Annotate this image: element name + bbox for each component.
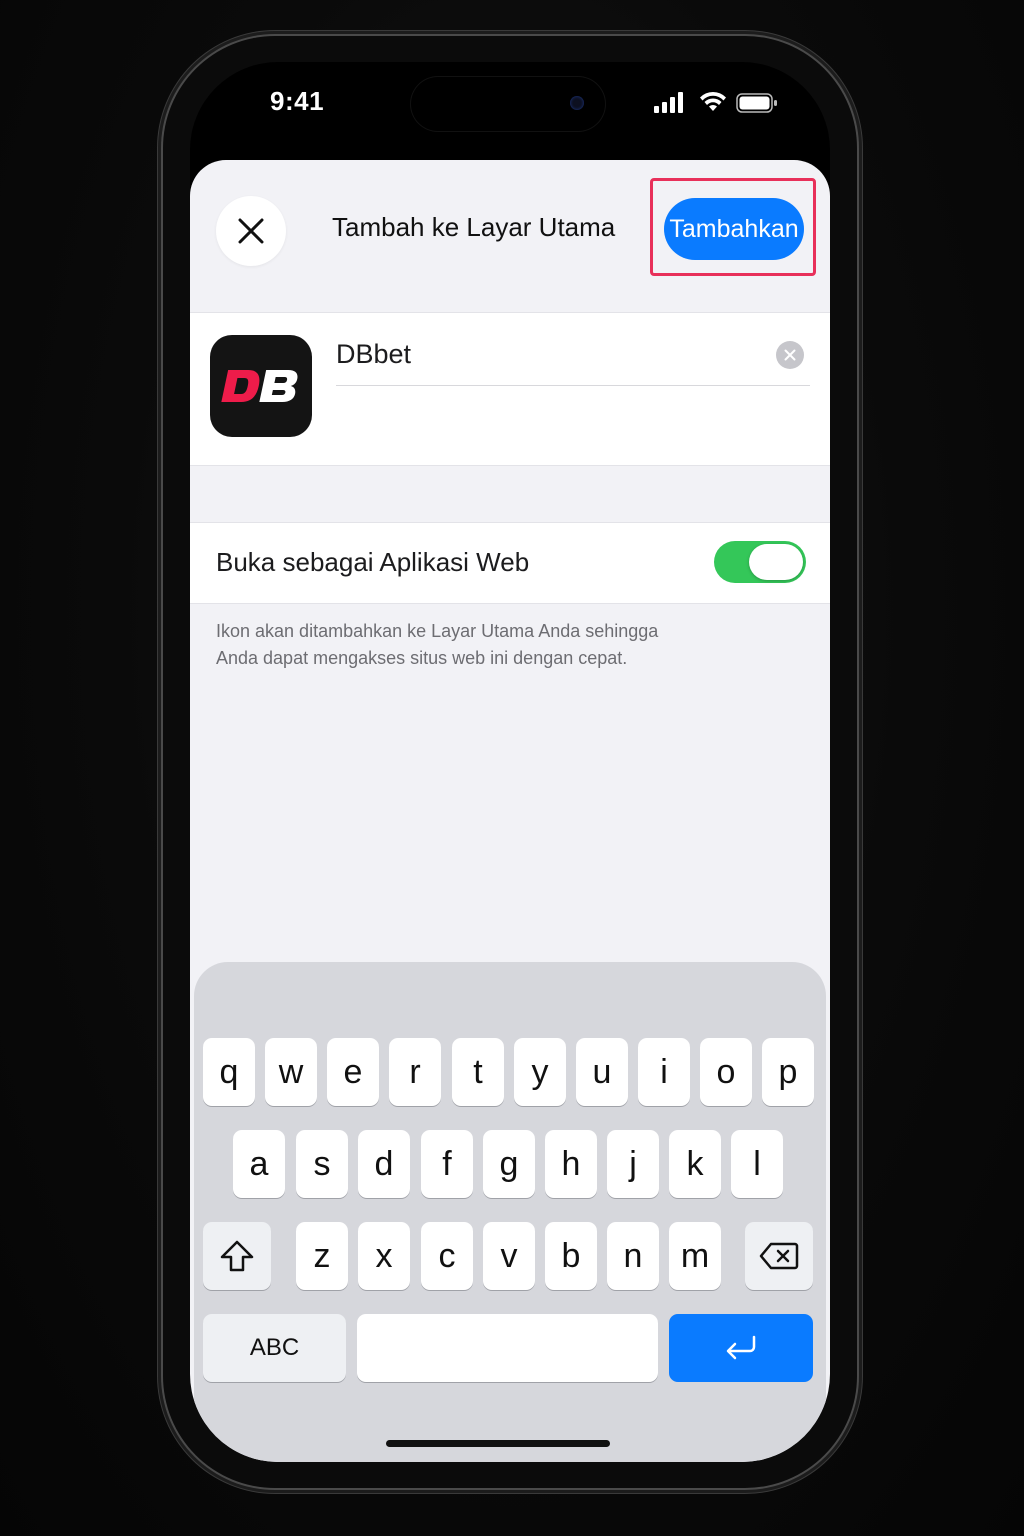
add-to-home-sheet: Tambah ke Layar Utama Tambahkan DBbet Bu… xyxy=(190,160,830,1462)
key-r[interactable]: r xyxy=(389,1038,441,1106)
delete-icon xyxy=(759,1242,799,1270)
key-t[interactable]: t xyxy=(452,1038,504,1106)
key-l[interactable]: l xyxy=(731,1130,783,1198)
clear-text-button[interactable] xyxy=(776,341,804,369)
keyboard: q w e r t y u i o p a s d f g h j k l z … xyxy=(194,962,826,1462)
front-camera xyxy=(570,96,584,110)
app-name-card xyxy=(190,312,830,466)
phone-screen: 9:41 Tambah ke Layar Utama Tambahkan DBb… xyxy=(190,62,830,1462)
app-icon xyxy=(210,335,312,437)
app-name-input[interactable] xyxy=(336,339,766,370)
web-app-toggle-row: Buka sebagai Aplikasi Web xyxy=(190,522,830,604)
shift-key[interactable] xyxy=(203,1222,271,1290)
return-icon xyxy=(726,1335,756,1360)
shift-icon xyxy=(220,1240,254,1272)
key-a[interactable]: a xyxy=(233,1130,285,1198)
web-app-toggle[interactable] xyxy=(714,541,806,583)
dynamic-island xyxy=(410,76,606,132)
space-key[interactable] xyxy=(357,1314,658,1382)
key-p[interactable]: p xyxy=(762,1038,814,1106)
abc-key[interactable]: ABC xyxy=(203,1314,346,1382)
key-q[interactable]: q xyxy=(203,1038,255,1106)
power-button xyxy=(857,452,862,608)
key-h[interactable]: h xyxy=(545,1130,597,1198)
close-icon xyxy=(238,218,264,244)
db-logo-icon xyxy=(221,370,298,402)
key-z[interactable]: z xyxy=(296,1222,348,1290)
clear-x-icon xyxy=(784,349,796,361)
status-bar: 9:41 xyxy=(190,62,830,160)
key-g[interactable]: g xyxy=(483,1130,535,1198)
hint-line-2: Anda dapat mengakses situs web ini denga… xyxy=(216,648,628,668)
key-s[interactable]: s xyxy=(296,1130,348,1198)
key-x[interactable]: x xyxy=(358,1222,410,1290)
sheet-nav-bar: Tambah ke Layar Utama Tambahkan xyxy=(190,160,830,310)
key-w[interactable]: w xyxy=(265,1038,317,1106)
key-d[interactable]: d xyxy=(358,1130,410,1198)
key-n[interactable]: n xyxy=(607,1222,659,1290)
input-underline xyxy=(336,385,810,386)
home-indicator xyxy=(386,1440,610,1447)
cellular-signal-icon xyxy=(654,92,683,113)
hint-line-1: Ikon akan ditambahkan ke Layar Utama And… xyxy=(216,621,659,641)
add-button[interactable]: Tambahkan xyxy=(664,198,804,260)
wifi-icon xyxy=(700,91,726,111)
web-app-toggle-label: Buka sebagai Aplikasi Web xyxy=(216,547,530,577)
toggle-knob xyxy=(749,544,803,580)
delete-key[interactable] xyxy=(745,1222,813,1290)
key-j[interactable]: j xyxy=(607,1130,659,1198)
key-o[interactable]: o xyxy=(700,1038,752,1106)
status-time: 9:41 xyxy=(270,86,325,116)
key-v[interactable]: v xyxy=(483,1222,535,1290)
key-f[interactable]: f xyxy=(421,1130,473,1198)
key-m[interactable]: m xyxy=(669,1222,721,1290)
battery-icon xyxy=(736,93,777,113)
return-key[interactable] xyxy=(669,1314,813,1382)
key-c[interactable]: c xyxy=(421,1222,473,1290)
key-e[interactable]: e xyxy=(327,1038,379,1106)
sheet-title: Tambah ke Layar Utama xyxy=(332,212,616,242)
key-y[interactable]: y xyxy=(514,1038,566,1106)
key-k[interactable]: k xyxy=(669,1130,721,1198)
key-i[interactable]: i xyxy=(638,1038,690,1106)
key-b[interactable]: b xyxy=(545,1222,597,1290)
key-u[interactable]: u xyxy=(576,1038,628,1106)
close-button[interactable] xyxy=(216,196,286,266)
hint-text: Ikon akan ditambahkan ke Layar Utama And… xyxy=(216,618,736,672)
status-icons xyxy=(654,90,778,116)
